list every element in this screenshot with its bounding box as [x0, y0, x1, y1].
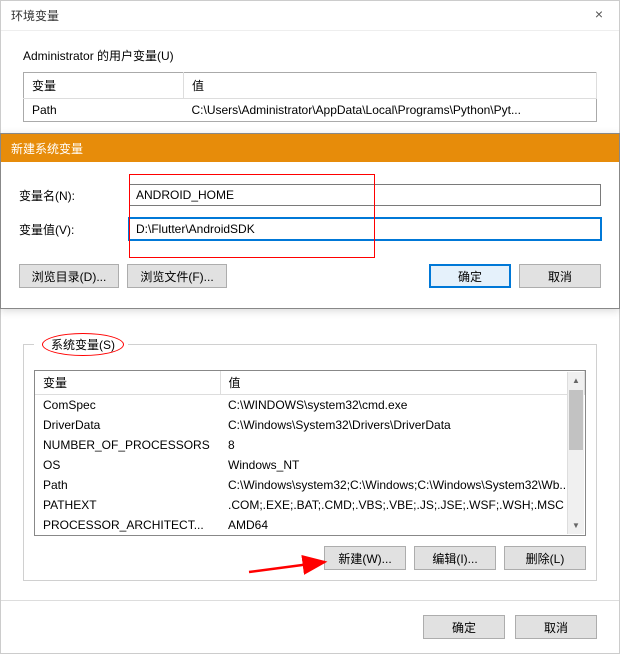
table-row[interactable]: PATHEXT.COM;.EXE;.BAT;.CMD;.VBS;.VBE;.JS…: [35, 495, 585, 515]
close-icon[interactable]: ×: [589, 6, 609, 22]
var-value-cell: AMD64: [220, 515, 585, 535]
var-name-label: 变量名(N):: [19, 187, 129, 204]
dialog-title: 环境变量: [11, 7, 59, 24]
var-value-cell: Windows_NT: [220, 455, 585, 475]
sys-header-var: 变量: [35, 371, 220, 395]
var-value-cell: C:\Windows\System32\Drivers\DriverData: [220, 415, 585, 435]
ok-button[interactable]: 确定: [423, 615, 505, 639]
table-row[interactable]: ComSpecC:\WINDOWS\system32\cmd.exe: [35, 395, 585, 416]
var-value-cell: 8: [220, 435, 585, 455]
overlay-buttons: 浏览目录(D)... 浏览文件(F)... 确定 取消: [1, 264, 619, 298]
browse-file-button[interactable]: 浏览文件(F)...: [127, 264, 227, 288]
user-vars-table[interactable]: 变量 值 PathC:\Users\Administrator\AppData\…: [23, 72, 597, 122]
var-name-row: 变量名(N):: [19, 184, 601, 206]
new-sysvar-dialog: 新建系统变量 变量名(N): 变量值(V): 浏览目录(D)... 浏览文件(F…: [0, 133, 620, 309]
table-row[interactable]: PathC:\Users\Administrator\AppData\Local…: [24, 99, 597, 122]
var-name-cell: Path: [24, 99, 184, 122]
user-vars-label: Administrator 的用户变量(U): [23, 47, 597, 64]
title-bar: 环境变量 ×: [1, 1, 619, 31]
system-vars-table-container: 变量 值 ComSpecC:\WINDOWS\system32\cmd.exeD…: [34, 370, 586, 536]
var-value-row: 变量值(V):: [19, 218, 601, 240]
sys-edit-button[interactable]: 编辑(I)...: [414, 546, 496, 570]
var-value-cell: C:\Windows\system32;C:\Windows;C:\Window…: [220, 475, 585, 495]
user-vars-header-var: 变量: [24, 73, 184, 99]
system-vars-table[interactable]: 变量 值 ComSpecC:\WINDOWS\system32\cmd.exeD…: [35, 371, 585, 535]
var-name-input[interactable]: [129, 184, 601, 206]
scroll-thumb[interactable]: [569, 390, 583, 450]
table-row[interactable]: DriverDataC:\Windows\System32\Drivers\Dr…: [35, 415, 585, 435]
overlay-title: 新建系统变量: [11, 140, 83, 157]
main-content: Administrator 的用户变量(U) 变量 值 PathC:\Users…: [1, 31, 619, 138]
table-row[interactable]: NUMBER_OF_PROCESSORS8: [35, 435, 585, 455]
cancel-button[interactable]: 取消: [515, 615, 597, 639]
table-row[interactable]: PROCESSOR_ARCHITECT...AMD64: [35, 515, 585, 535]
var-name-cell: OS: [35, 455, 220, 475]
var-value-cell: .COM;.EXE;.BAT;.CMD;.VBS;.VBE;.JS;.JSE;.…: [220, 495, 585, 515]
sys-delete-button[interactable]: 删除(L): [504, 546, 586, 570]
overlay-cancel-button[interactable]: 取消: [519, 264, 601, 288]
var-name-cell: PATHEXT: [35, 495, 220, 515]
var-name-cell: DriverData: [35, 415, 220, 435]
var-value-label: 变量值(V):: [19, 221, 129, 238]
divider: [1, 600, 619, 601]
var-name-cell: Path: [35, 475, 220, 495]
var-value-input[interactable]: [129, 218, 601, 240]
env-vars-dialog: 环境变量 × Administrator 的用户变量(U) 变量 值 PathC…: [0, 0, 620, 654]
table-row[interactable]: OSWindows_NT: [35, 455, 585, 475]
var-name-cell: ComSpec: [35, 395, 220, 416]
overlay-title-bar: 新建系统变量: [1, 134, 619, 162]
scrollbar[interactable]: ▲ ▼: [567, 372, 584, 534]
table-row[interactable]: PathC:\Windows\system32;C:\Windows;C:\Wi…: [35, 475, 585, 495]
overlay-ok-button[interactable]: 确定: [429, 264, 511, 288]
dialog-bottom-buttons: 确定 取消: [423, 615, 597, 639]
browse-dir-button[interactable]: 浏览目录(D)...: [19, 264, 119, 288]
system-vars-legend: 系统变量(S): [42, 333, 124, 356]
var-name-cell: PROCESSOR_ARCHITECT...: [35, 515, 220, 535]
var-value-cell: C:\Users\Administrator\AppData\Local\Pro…: [184, 99, 597, 122]
sys-new-button[interactable]: 新建(W)...: [324, 546, 406, 570]
overlay-body: 变量名(N): 变量值(V):: [1, 162, 619, 264]
system-vars-buttons: 新建(W)... 编辑(I)... 删除(L): [34, 546, 586, 570]
system-vars-fieldset: 系统变量(S) 变量 值 ComSpecC:\WINDOWS\system32\…: [23, 333, 597, 581]
scroll-down-icon[interactable]: ▼: [568, 517, 584, 534]
scroll-up-icon[interactable]: ▲: [568, 372, 584, 389]
user-vars-header-val: 值: [184, 73, 597, 99]
var-name-cell: NUMBER_OF_PROCESSORS: [35, 435, 220, 455]
var-value-cell: C:\WINDOWS\system32\cmd.exe: [220, 395, 585, 416]
sys-header-val: 值: [220, 371, 585, 395]
